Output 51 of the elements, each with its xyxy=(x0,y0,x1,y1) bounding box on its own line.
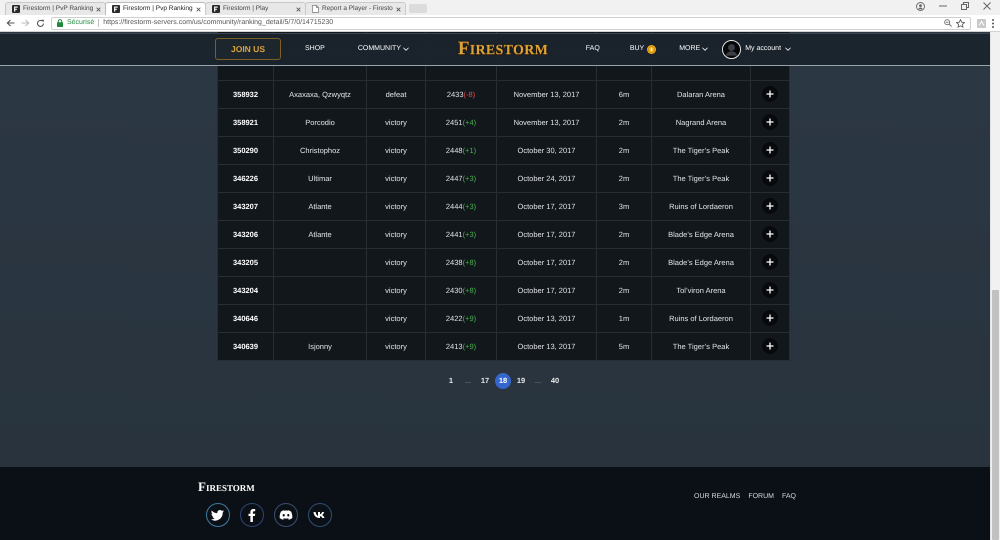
zoom-icon[interactable] xyxy=(944,19,952,27)
caret-icon xyxy=(403,47,410,52)
plus-icon xyxy=(766,258,774,266)
reload-icon[interactable] xyxy=(36,18,45,28)
expand-button[interactable] xyxy=(762,170,778,186)
facebook-icon[interactable] xyxy=(240,502,264,527)
page-icon xyxy=(312,5,319,13)
plus-icon xyxy=(766,314,774,322)
expand-button[interactable] xyxy=(762,86,778,102)
expand-button[interactable] xyxy=(762,338,778,354)
scrollbar-thumb[interactable] xyxy=(992,290,999,540)
expand-button[interactable] xyxy=(762,142,778,158)
site-logo[interactable]: FIRESTORM xyxy=(458,38,548,61)
expand-button[interactable] xyxy=(762,310,778,326)
caret-icon xyxy=(785,47,792,52)
plus-icon xyxy=(766,146,774,154)
plus-icon xyxy=(766,202,774,210)
favicon-icon xyxy=(112,5,120,13)
coin-icon xyxy=(647,44,656,54)
back-arrow-icon[interactable] xyxy=(6,19,15,27)
plus-icon xyxy=(766,118,774,126)
close-icon[interactable] xyxy=(396,6,401,12)
minimize-icon[interactable] xyxy=(939,5,947,7)
expand-button[interactable] xyxy=(762,114,778,130)
expand-button[interactable] xyxy=(762,282,778,298)
expand-button[interactable] xyxy=(762,254,778,270)
lock-icon xyxy=(57,19,63,27)
star-icon[interactable] xyxy=(956,18,965,28)
vk-icon[interactable] xyxy=(308,502,332,527)
restore-icon[interactable] xyxy=(961,2,969,10)
plus-icon xyxy=(766,230,774,238)
twitter-icon[interactable] xyxy=(206,502,230,527)
close-icon[interactable] xyxy=(196,6,201,12)
close-icon[interactable] xyxy=(96,6,102,12)
favicon-icon xyxy=(12,5,20,13)
plus-icon xyxy=(766,342,774,350)
expand-button[interactable] xyxy=(762,226,778,242)
avatar-icon xyxy=(722,40,742,59)
close-icon[interactable] xyxy=(983,2,991,10)
favicon-icon xyxy=(212,5,220,13)
join-button[interactable]: JOIN US xyxy=(215,38,281,60)
profile-icon[interactable] xyxy=(916,2,925,10)
caret-icon xyxy=(702,47,708,52)
expand-button[interactable] xyxy=(762,198,778,214)
footer-logo[interactable]: FIRESTORM xyxy=(198,479,255,495)
plus-icon xyxy=(766,90,774,98)
discord-icon[interactable] xyxy=(274,502,298,527)
scrollbar[interactable] xyxy=(990,32,1000,540)
plus-icon xyxy=(766,286,774,294)
plus-icon xyxy=(766,174,774,182)
close-icon[interactable] xyxy=(296,6,301,12)
